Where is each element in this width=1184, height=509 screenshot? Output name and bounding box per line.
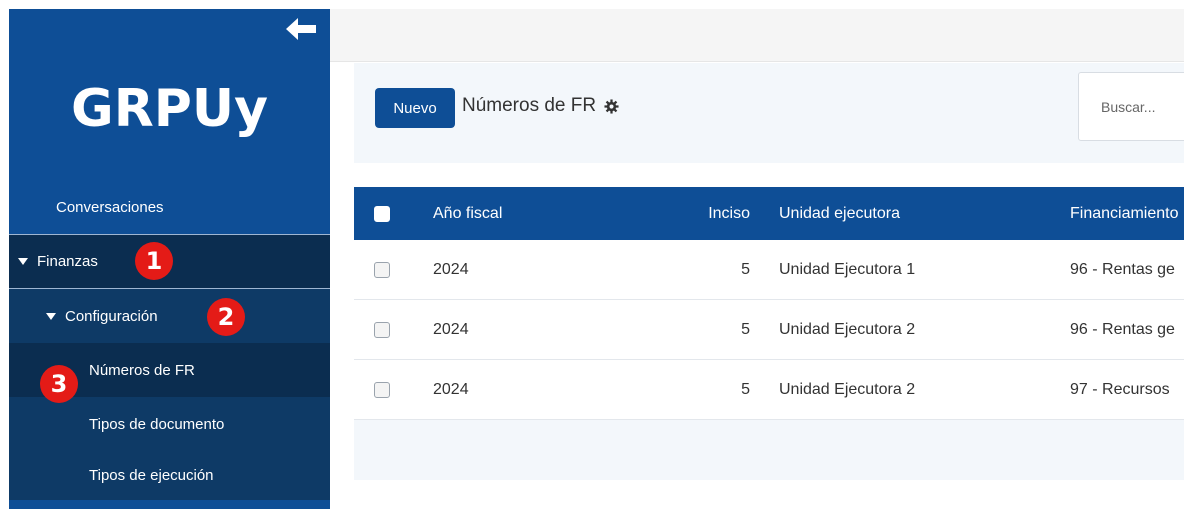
cell-financiamiento: 96 - Rentas ge	[1070, 320, 1175, 338]
page-title: Números de FR	[462, 95, 619, 117]
gear-icon[interactable]	[604, 98, 619, 114]
header-checkbox-cell	[374, 187, 390, 240]
sidebar-item-configuracion[interactable]: Configuración	[9, 289, 330, 343]
column-header-unidad-ejecutora[interactable]: Unidad ejecutora	[779, 187, 900, 240]
back-arrow-icon[interactable]	[284, 16, 318, 42]
cell-ano-fiscal: 2024	[433, 380, 469, 398]
sidebar-item-label: Números de FR	[89, 361, 195, 379]
search-input[interactable]	[1078, 72, 1184, 141]
table-row[interactable]: 2024 5 Unidad Ejecutora 1 96 - Rentas ge	[354, 240, 1184, 300]
sidebar-item-label: Tipos de documento	[89, 415, 225, 433]
sidebar-item-tipos-de-documento[interactable]: Tipos de documento	[9, 397, 330, 451]
logo: GRPUy	[71, 79, 268, 139]
table-row[interactable]: 2024 5 Unidad Ejecutora 2 96 - Rentas ge	[354, 300, 1184, 360]
table-header: Año fiscal Inciso Unidad ejecutora Finan…	[354, 187, 1184, 240]
table-row[interactable]: 2024 5 Unidad Ejecutora 2 97 - Recursos	[354, 360, 1184, 420]
data-table: Año fiscal Inciso Unidad ejecutora Finan…	[354, 187, 1184, 480]
step-badge-2: 2	[207, 298, 245, 336]
sidebar-item-label: Configuración	[65, 307, 158, 325]
sidebar-item-label: Tipos de ejecución	[89, 467, 214, 484]
caret-down-icon	[46, 312, 56, 320]
column-header-ano-fiscal[interactable]: Año fiscal	[433, 187, 502, 240]
cell-inciso: 5	[741, 380, 750, 398]
cell-financiamiento: 96 - Rentas ge	[1070, 260, 1175, 278]
caret-down-icon	[18, 258, 28, 265]
row-checkbox[interactable]	[374, 321, 390, 338]
row-checkbox[interactable]	[374, 381, 390, 398]
table-footer	[354, 420, 1184, 480]
column-header-financiamiento[interactable]: Financiamiento	[1070, 187, 1179, 240]
row-checkbox-cell	[374, 300, 390, 359]
row-checkbox[interactable]	[374, 261, 390, 278]
top-bar	[330, 9, 1184, 62]
cell-unidad-ejecutora: Unidad Ejecutora 2	[779, 320, 916, 338]
column-header-inciso[interactable]: Inciso	[684, 187, 750, 240]
row-checkbox-cell	[374, 240, 390, 299]
cell-ano-fiscal: 2024	[433, 320, 469, 338]
cell-inciso: 5	[741, 260, 750, 278]
new-button[interactable]: Nuevo	[375, 88, 455, 128]
step-badge-3: 3	[40, 365, 78, 403]
cell-unidad-ejecutora: Unidad Ejecutora 1	[779, 260, 916, 278]
cell-unidad-ejecutora: Unidad Ejecutora 2	[779, 380, 916, 398]
page-title-text: Números de FR	[462, 95, 597, 116]
select-all-checkbox[interactable]	[374, 205, 390, 222]
sidebar-item-label: Finanzas	[37, 253, 98, 270]
cell-ano-fiscal: 2024	[433, 260, 469, 278]
sidebar-item-label: Conversaciones	[56, 199, 164, 216]
step-badge-1: 1	[135, 242, 173, 280]
sidebar-item-tipos-de-ejecucion[interactable]: Tipos de ejecución	[9, 451, 330, 500]
cell-financiamiento: 97 - Recursos	[1070, 380, 1170, 398]
sidebar-item-conversaciones[interactable]: Conversaciones	[9, 181, 330, 234]
cell-inciso: 5	[741, 320, 750, 338]
row-checkbox-cell	[374, 360, 390, 419]
